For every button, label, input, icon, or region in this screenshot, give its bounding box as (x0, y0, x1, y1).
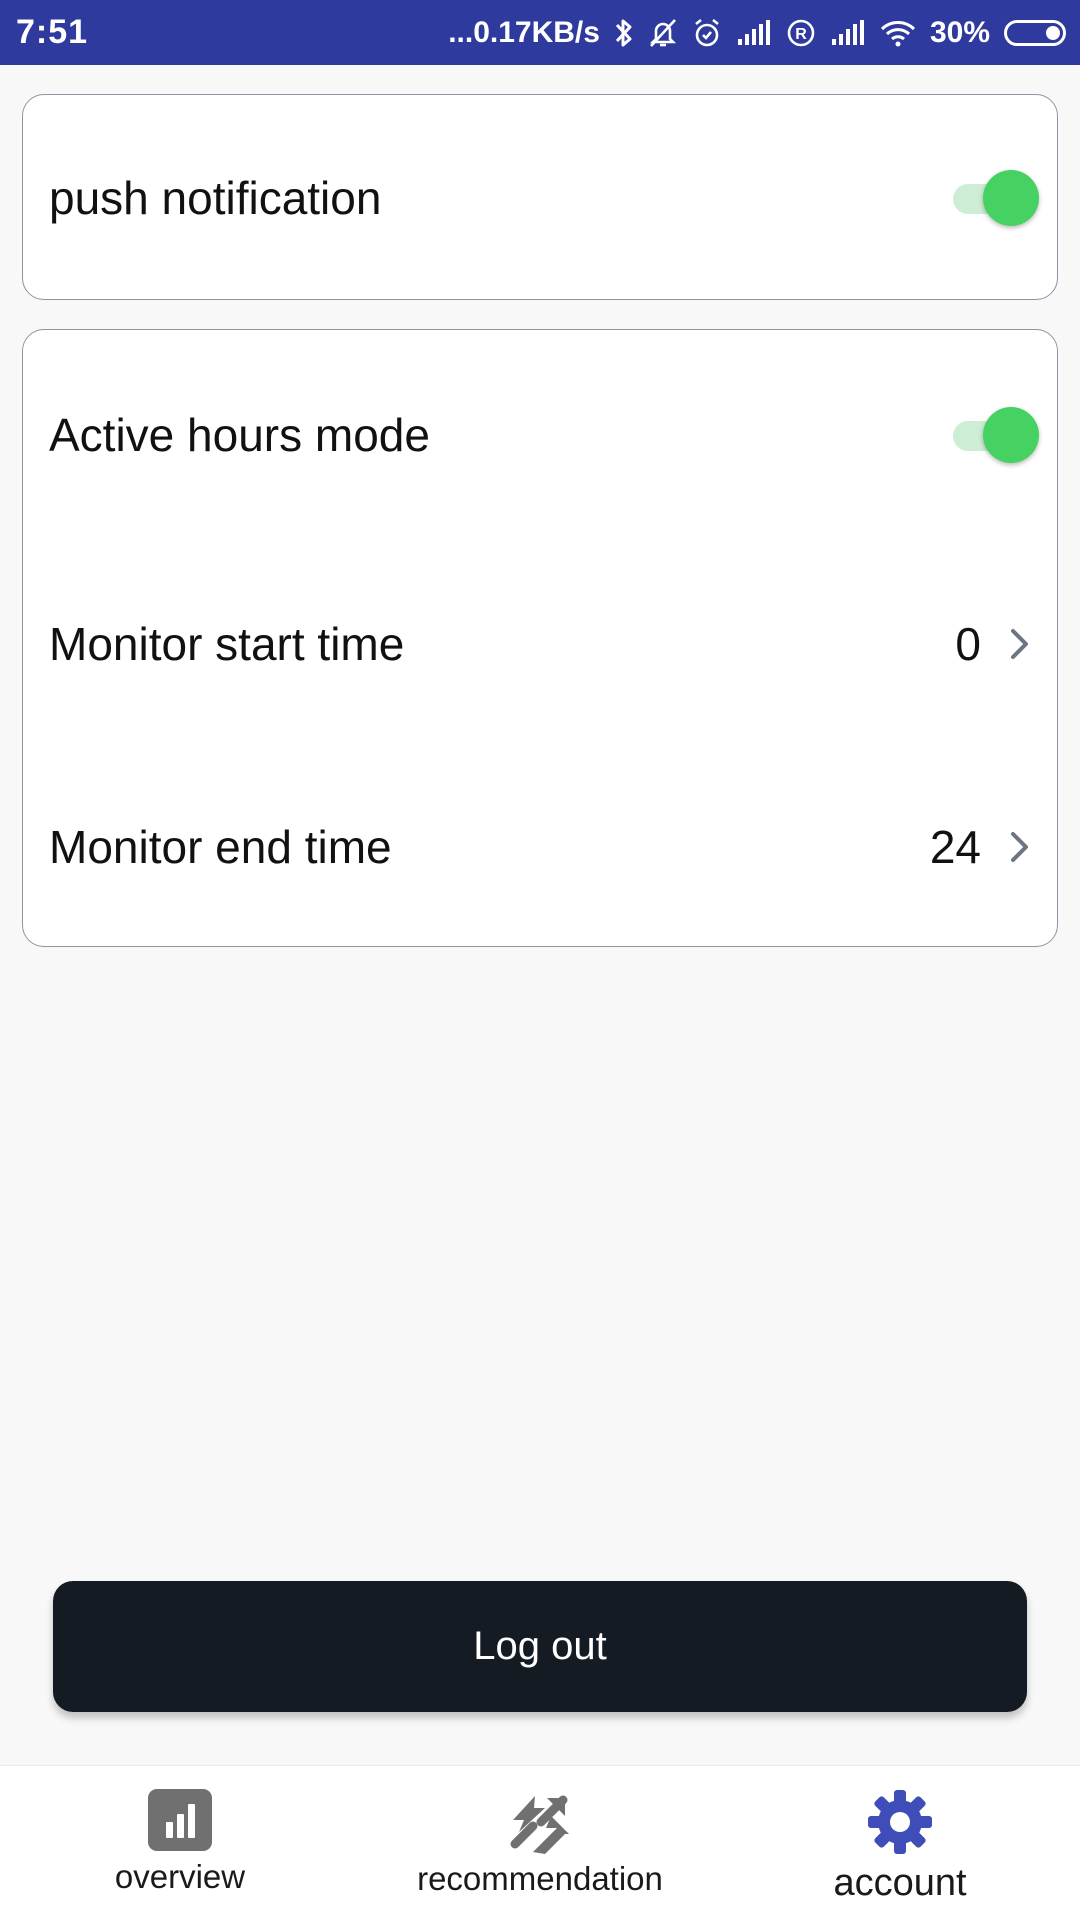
active-hours-label: Active hours mode (49, 409, 430, 461)
active-hours-card: Active hours mode Monitor start time 0 M… (22, 329, 1058, 947)
toggle-knob (983, 407, 1039, 463)
battery-level (1046, 25, 1060, 40)
notifications-off-icon (649, 18, 677, 47)
toggle-knob (983, 170, 1039, 226)
active-hours-toggle[interactable] (953, 407, 1039, 463)
monitor-start-time-row[interactable]: Monitor start time 0 (23, 540, 1057, 747)
chevron-right-icon (1011, 832, 1028, 862)
logout-button[interactable]: Log out (53, 1581, 1027, 1712)
nav-item-recommendation[interactable]: recommendation (390, 1766, 690, 1920)
chevron-right-icon (1011, 628, 1028, 659)
nav-label-recommendation: recommendation (417, 1860, 663, 1897)
alarm-icon (695, 18, 719, 46)
gear-icon (868, 1790, 932, 1854)
status-bar: 7:51 ...0.17KB/s R 30% (0, 0, 1080, 65)
network-speed: ...0.17KB/s (448, 15, 600, 49)
push-notification-row: push notification (23, 95, 1057, 301)
wifi-icon (880, 20, 915, 46)
battery-icon (1004, 19, 1066, 46)
monitor-end-time-row[interactable]: Monitor end time 24 (23, 747, 1057, 947)
roaming-icon: R (787, 19, 815, 46)
bluetooth-icon (615, 19, 632, 46)
status-icons: ...0.17KB/s R 30% (448, 16, 1066, 50)
push-notification-toggle[interactable] (953, 170, 1039, 226)
bottom-nav: overview recommendation account (0, 1765, 1080, 1920)
monitor-start-time-label: Monitor start time (49, 617, 405, 670)
svg-text:R: R (795, 26, 807, 43)
monitor-start-time-value: 0 (955, 617, 981, 670)
push-notification-card: push notification (22, 94, 1058, 300)
status-time: 7:51 (16, 13, 89, 51)
nav-label-overview: overview (114, 1858, 246, 1895)
monitor-end-time-label: Monitor end time (49, 821, 392, 873)
active-hours-row: Active hours mode (23, 330, 1057, 540)
signal-icon (737, 19, 770, 45)
signal-icon (831, 19, 864, 45)
nav-item-overview[interactable]: overview (100, 1766, 260, 1920)
monitor-end-time-value: 24 (929, 821, 981, 873)
bar-chart-icon (148, 1789, 212, 1851)
nav-item-account[interactable]: account (810, 1766, 990, 1920)
swap-arrows-icon (510, 1795, 569, 1854)
battery-percent: 30% (929, 15, 990, 49)
push-notification-label: push notification (49, 172, 382, 224)
settings-screen: 7:51 ...0.17KB/s R 30% push notification… (0, 0, 1080, 1920)
nav-label-account: account (833, 1862, 967, 1904)
